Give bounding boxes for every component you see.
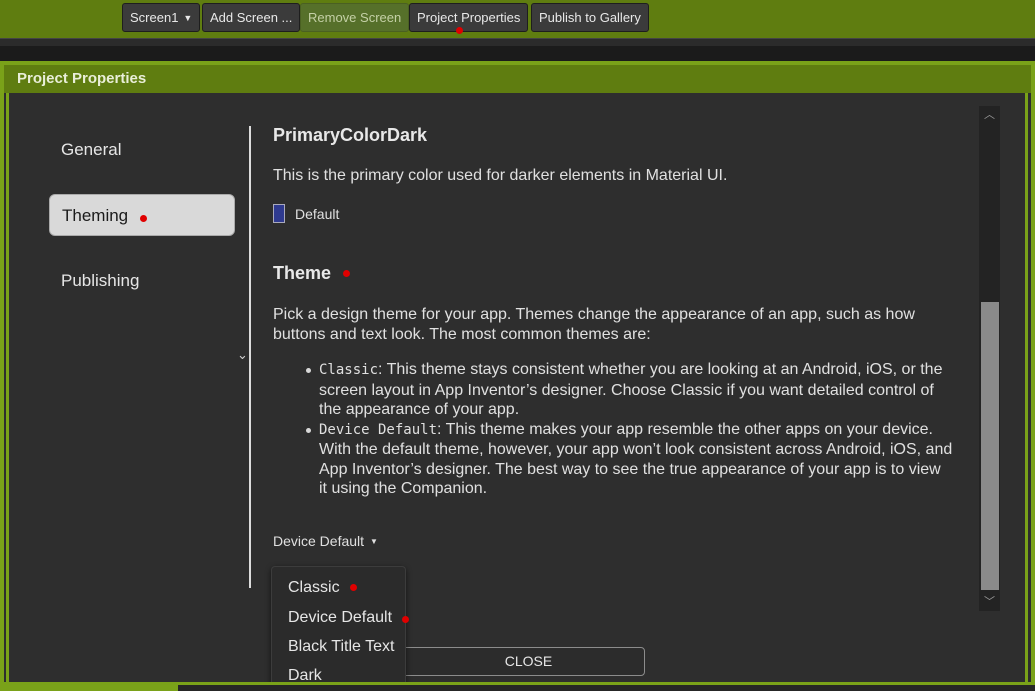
list-item: Device Default: This theme makes your ap… — [273, 420, 953, 499]
dialog-body: General Theming Publishing ⌄ PrimaryColo… — [6, 93, 1028, 691]
chevron-down-icon[interactable]: ⌄ — [237, 347, 248, 363]
add-screen-button[interactable]: Add Screen ... — [202, 3, 301, 32]
publish-gallery-button[interactable]: Publish to Gallery — [531, 3, 649, 32]
color-swatch[interactable] — [273, 204, 285, 223]
primary-color-dark-value[interactable]: Default — [295, 206, 339, 222]
scroll-thumb[interactable] — [981, 302, 999, 590]
primary-color-dark-heading: PrimaryColorDark — [273, 125, 428, 145]
screen-select-label: Screen1 — [130, 10, 179, 25]
sidebar-item-theming[interactable]: Theming — [49, 194, 235, 236]
theme-select[interactable]: Device Default ▼ — [273, 533, 378, 549]
bottom-panel — [178, 685, 1035, 691]
sidebar-item-label: General — [61, 140, 122, 159]
menu-item-classic[interactable]: Classic — [288, 579, 357, 597]
theme-description: Pick a design theme for your app. Themes… — [273, 306, 915, 343]
dialog-bottom-border — [0, 682, 1035, 691]
menu-item-label: Device Default — [288, 609, 393, 626]
scroll-down-icon[interactable]: ﹀ — [979, 593, 1000, 611]
list-item: Classic: This theme stays consistent whe… — [273, 360, 953, 420]
close-button[interactable]: CLOSE — [386, 647, 645, 676]
marker-dot — [343, 270, 351, 277]
menu-item-black-title-text[interactable]: Black Title Text — [288, 638, 394, 656]
background-strip — [0, 46, 1035, 61]
sidebar-item-label: Publishing — [61, 271, 140, 290]
project-properties-dialog: Project Properties General Theming Publi… — [0, 61, 1035, 691]
marker-dot — [140, 215, 148, 222]
menu-item-label: Classic — [288, 579, 340, 596]
menu-item-device-default[interactable]: Device Default — [288, 609, 410, 627]
menu-item-label: Black Title Text — [288, 638, 395, 655]
sidebar-item-general[interactable]: General — [49, 129, 235, 171]
toolbar-divider — [0, 38, 1035, 46]
project-properties-button[interactable]: Project Properties — [409, 3, 529, 32]
marker-dot — [402, 616, 410, 623]
top-toolbar: Screen1 ▼ Add Screen ... Remove Screen Pr… — [0, 0, 1035, 38]
bullet-text: : This theme stays consistent whether yo… — [319, 361, 943, 418]
sidebar-item-publishing[interactable]: Publishing — [49, 260, 235, 302]
sidebar-item-label: Theming — [62, 206, 129, 225]
caret-down-icon: ▼ — [370, 537, 378, 546]
theme-list: Classic: This theme stays consistent whe… — [273, 360, 953, 499]
theme-heading-text: Theme — [273, 263, 332, 283]
caret-down-icon: ▼ — [183, 13, 193, 23]
remove-screen-button[interactable]: Remove Screen — [300, 3, 410, 32]
primary-color-dark-description: This is the primary color used for darke… — [273, 167, 728, 184]
theme-dropdown-menu: Classic Device Default Black Title Text … — [271, 566, 410, 691]
theme-heading: Theme — [273, 263, 351, 284]
marker-dot — [349, 584, 357, 591]
scroll-up-icon[interactable]: ︿ — [979, 106, 1000, 124]
marker-dot — [456, 27, 463, 34]
sidebar-divider — [249, 126, 251, 588]
screen-select-button[interactable]: Screen1 ▼ — [122, 3, 201, 32]
theme-selected-value: Device Default — [273, 533, 365, 549]
content-scrollbar[interactable]: ︿ ﹀ — [979, 106, 1000, 611]
project-properties-label: Project Properties — [417, 10, 521, 25]
term-device-default: Device Default — [319, 421, 438, 438]
term-classic: Classic — [319, 362, 379, 378]
dialog-title: Project Properties — [4, 65, 1031, 93]
